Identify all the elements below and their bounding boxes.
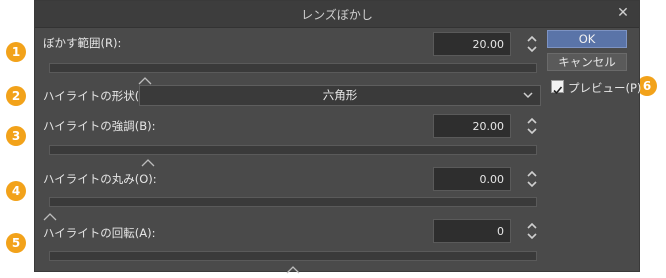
- blur-range-input[interactable]: 20.00: [433, 32, 511, 56]
- blur-range-label: ぼかす範囲(R):: [43, 36, 122, 50]
- blur-range-slider-track[interactable]: [49, 63, 537, 73]
- title-bar[interactable]: レンズぼかし ✕: [35, 1, 639, 28]
- highlight-roundness-slider-track[interactable]: [49, 197, 537, 207]
- highlight-emphasis-input[interactable]: 20.00: [433, 114, 511, 138]
- cancel-button[interactable]: キャンセル: [547, 53, 627, 71]
- blur-range-slider-handle[interactable]: [138, 70, 152, 85]
- highlight-roundness-slider-handle[interactable]: [43, 206, 57, 221]
- highlight-shape-select[interactable]: 六角形: [139, 85, 541, 106]
- callout-badge-4: 4: [6, 181, 26, 201]
- highlight-roundness-input[interactable]: 0.00: [433, 167, 511, 191]
- highlight-emphasis-spinner-icon[interactable]: [525, 115, 539, 137]
- callout-badge-5: 5: [6, 233, 26, 253]
- chevron-down-icon: [522, 86, 534, 105]
- callout-badge-2: 2: [6, 86, 26, 106]
- highlight-roundness-spinner-icon[interactable]: [525, 168, 539, 190]
- highlight-emphasis-label: ハイライトの強調(B):: [43, 119, 156, 133]
- ok-button[interactable]: OK: [547, 30, 627, 48]
- highlight-shape-value: 六角形: [322, 88, 358, 102]
- preview-label[interactable]: プレビュー(P): [568, 80, 641, 96]
- highlight-rotation-spinner-icon[interactable]: [525, 220, 539, 242]
- preview-checkbox[interactable]: [551, 80, 564, 95]
- highlight-roundness-label: ハイライトの丸み(O):: [43, 172, 157, 186]
- callout-badge-3: 3: [6, 126, 26, 146]
- blur-range-spinner-icon[interactable]: [525, 33, 539, 55]
- highlight-rotation-input[interactable]: 0: [433, 219, 511, 243]
- callout-badge-1: 1: [6, 42, 26, 62]
- close-icon[interactable]: ✕: [615, 5, 631, 21]
- dialog-title: レンズぼかし: [301, 8, 373, 22]
- highlight-emphasis-slider-handle[interactable]: [141, 152, 155, 167]
- lens-blur-dialog: レンズぼかし ✕ ぼかす範囲(R): 20.00 ハイライトの形状(S): 六角…: [34, 0, 641, 274]
- highlight-rotation-label: ハイライトの回転(A):: [43, 226, 156, 240]
- checkmark-icon: [553, 86, 563, 95]
- highlight-rotation-slider-handle[interactable]: [286, 259, 300, 274]
- highlight-emphasis-slider-track[interactable]: [49, 145, 537, 155]
